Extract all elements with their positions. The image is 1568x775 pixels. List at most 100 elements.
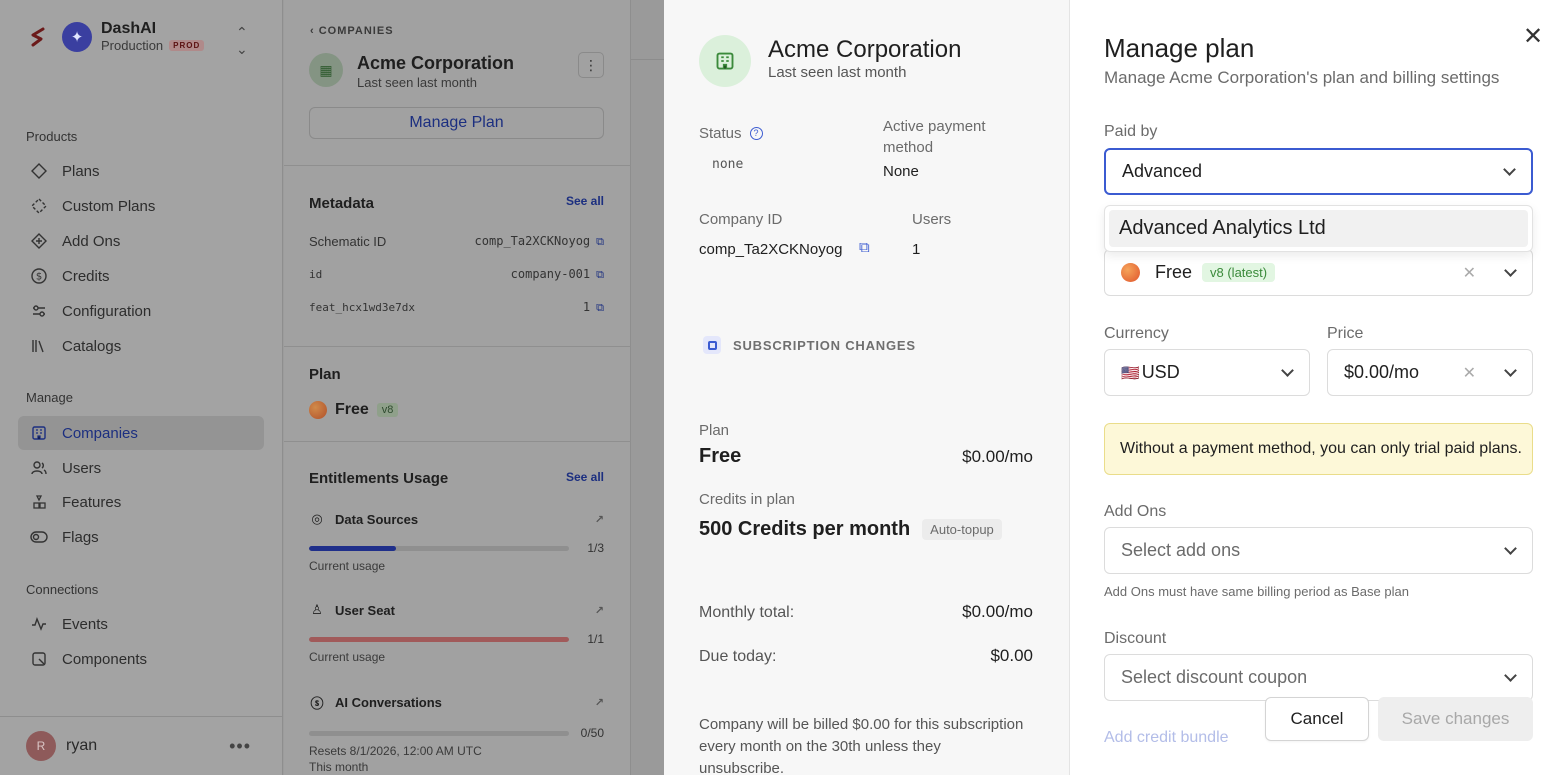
entitlement-name: AI Conversations [335, 695, 442, 710]
svg-text:$: $ [36, 272, 42, 283]
entitlements-see-all-link[interactable]: See all [566, 470, 604, 484]
paid-by-dropdown: Advanced Analytics Ltd [1104, 205, 1533, 252]
activity-icon [30, 615, 48, 633]
divider [631, 59, 664, 60]
sidebar-item-events[interactable]: Events [18, 607, 264, 641]
help-icon[interactable]: ? [749, 126, 763, 140]
dropdown-option[interactable]: Advanced Analytics Ltd [1109, 210, 1528, 247]
addon-icon [30, 232, 48, 250]
entitlement-name: User Seat [335, 602, 395, 618]
building-icon: ▦ [309, 53, 343, 87]
metadata-row: feat_hcx1wd3e7dx 1 ⧉ [309, 299, 604, 315]
copy-icon[interactable]: ⧉ [859, 239, 870, 256]
usage-bar-fill [309, 545, 396, 551]
dollar-circle-icon: ⓢ [310, 696, 324, 711]
sidebar-item-label: Configuration [62, 302, 152, 320]
payment-warning: Without a payment method, you can only t… [1104, 423, 1533, 475]
metadata-title: Metadata [309, 195, 375, 212]
price-select[interactable]: $0.00/mo ✕ [1327, 349, 1533, 396]
sidebar-item-configuration[interactable]: Configuration [18, 294, 264, 328]
clear-icon[interactable]: ✕ [1463, 363, 1476, 383]
billing-note: Company will be billed $0.00 for this su… [699, 716, 1024, 775]
sidebar-item-users[interactable]: Users [18, 451, 264, 485]
company-name: Acme Corporation [357, 53, 515, 73]
metadata-see-all-link[interactable]: See all [566, 194, 604, 208]
sidebar-item-catalogs[interactable]: Catalogs [18, 329, 264, 363]
usage-caption: Current usage [309, 559, 386, 573]
more-vertical-icon[interactable]: ⋮ [578, 52, 604, 78]
sidebar-item-add-ons[interactable]: Add Ons [18, 224, 264, 258]
metadata-row: id company-001 ⧉ [309, 266, 604, 282]
metadata-value: company-001 [510, 267, 591, 281]
plan-select[interactable]: Free v8 (latest) ✕ [1104, 249, 1533, 296]
current-plan: Free v8 [309, 401, 399, 419]
users-icon [30, 459, 48, 477]
usage-caption: Current usage [309, 650, 386, 664]
more-horizontal-icon[interactable]: ••• [229, 736, 251, 757]
entitlement-user-seat[interactable]: ♙ User Seat ↗ 1/1 Current usage [309, 602, 604, 664]
chevron-down-icon [1506, 673, 1516, 683]
save-button[interactable]: Save changes [1378, 697, 1533, 741]
paid-by-select[interactable]: Advanced [1104, 148, 1533, 195]
add-ons-hint: Add Ons must have same billing period as… [1104, 584, 1409, 599]
copy-icon[interactable]: ⧉ [596, 236, 604, 248]
monthly-total-value: $0.00/mo [962, 602, 1033, 621]
workspace-switcher[interactable]: ✦ DashAI Production PROD ⌃ ⌄ [26, 20, 248, 57]
sidebar-item-label: Features [62, 493, 122, 511]
add-ons-select[interactable]: Select add ons [1104, 527, 1533, 574]
close-icon[interactable]: ✕ [1523, 22, 1543, 51]
subscription-summary-panel: Acme Corporation Last seen last month St… [664, 0, 1070, 775]
plan-value: Free [1155, 262, 1193, 282]
discount-select[interactable]: Select discount coupon [1104, 654, 1533, 701]
breadcrumb[interactable]: ‹ COMPANIES [310, 25, 394, 37]
sidebar-item-label: Users [62, 459, 102, 477]
clear-icon[interactable]: ✕ [1463, 263, 1476, 283]
metadata-key: Schematic ID [309, 233, 387, 249]
credits-label: Credits in plan [699, 491, 795, 508]
page-title: Manage plan [1104, 33, 1255, 63]
cancel-button[interactable]: Cancel [1265, 697, 1369, 741]
company-detail-panel: ‹ COMPANIES ▦ Acme Corporation Last seen… [284, 0, 631, 775]
status-value: none [712, 157, 744, 172]
features-icon [30, 493, 48, 511]
status-label: Status? [699, 125, 763, 142]
version-badge: v8 [376, 403, 399, 417]
company-id-value: comp_Ta2XCKNoyog [699, 241, 843, 258]
sidebar-item-plans[interactable]: Plans [18, 154, 264, 188]
user-menu[interactable]: R ryan ••• [0, 716, 283, 775]
version-badge: v8 (latest) [1202, 263, 1276, 282]
subscription-changes-title: SUBSCRIPTION CHANGES [733, 337, 916, 353]
workspace-name: DashAI [101, 20, 157, 37]
due-today-row: Due today: $0.00 [699, 646, 1033, 666]
building-icon [699, 35, 751, 87]
manage-plan-button[interactable]: Manage Plan [309, 107, 604, 139]
diamond-icon [30, 162, 48, 180]
plan-name: Free [335, 401, 369, 418]
sidebar-item-components[interactable]: Components [18, 642, 264, 676]
currency-select[interactable]: 🇺🇸 USD [1104, 349, 1310, 396]
sidebar-item-credits[interactable]: $ Credits [18, 259, 264, 293]
due-today-label: Due today: [699, 648, 777, 665]
currency-value: USD [1141, 362, 1180, 382]
sidebar-item-features[interactable]: Features [18, 485, 264, 519]
us-flag-icon: 🇺🇸 [1121, 364, 1140, 382]
arrow-up-right-icon: ↗ [594, 513, 604, 526]
discount-label: Discount [1104, 630, 1167, 647]
sidebar-item-companies[interactable]: Companies [18, 416, 264, 450]
metadata-key: id [309, 267, 323, 281]
entitlement-ai-conversations[interactable]: ⓢ AI Conversations ↗ 0/50 Resets 8/1/202… [309, 693, 604, 774]
toggle-icon [30, 528, 48, 546]
entitlement-data-sources[interactable]: ◎ Data Sources ↗ 1/3 Current usage [309, 511, 604, 573]
sidebar-item-label: Components [62, 650, 148, 668]
discount-placeholder: Select discount coupon [1121, 667, 1308, 687]
subscription-icon [703, 336, 721, 354]
usage-bar [309, 730, 569, 736]
company-id-label: Company ID [699, 211, 783, 228]
sidebar-item-flags[interactable]: Flags [18, 520, 264, 554]
chevron-down-icon [1506, 546, 1516, 556]
copy-icon[interactable]: ⧉ [596, 269, 604, 281]
price-label: Price [1327, 325, 1364, 342]
copy-icon[interactable]: ⧉ [596, 302, 604, 314]
add-credit-bundle-link[interactable]: Add credit bundle [1104, 729, 1229, 747]
sidebar-item-custom-plans[interactable]: Custom Plans [18, 189, 264, 223]
